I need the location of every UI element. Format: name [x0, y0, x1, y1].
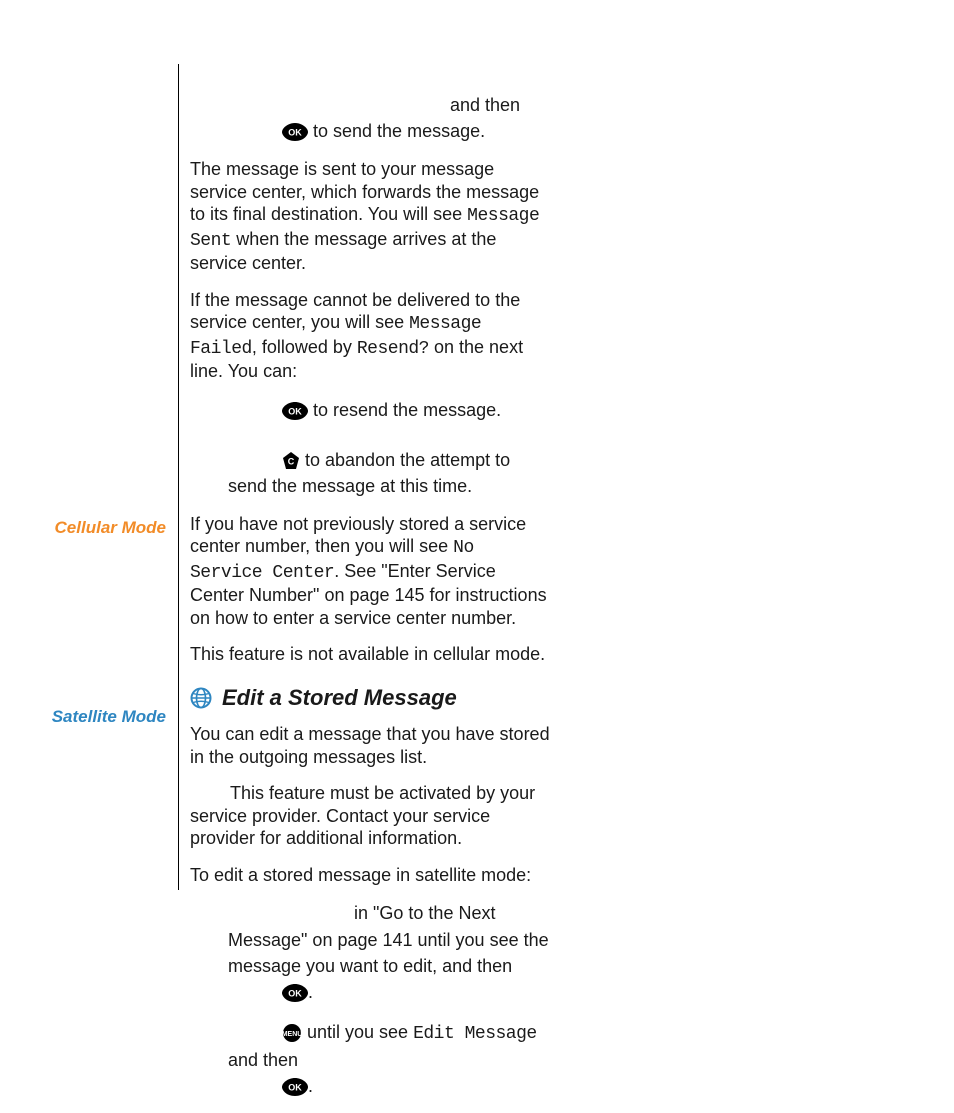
text: in "Go to the Next Message" on page 141 …	[228, 903, 549, 975]
globe-icon	[190, 687, 212, 709]
menu-icon: MENU	[282, 1023, 302, 1043]
svg-text:OK: OK	[288, 989, 302, 999]
vertical-rule	[178, 64, 179, 890]
ok-icon: OK	[282, 1078, 308, 1096]
text: when the message arrives at the service …	[190, 229, 496, 274]
text: If you have not previously stored a serv…	[190, 514, 526, 557]
text: .	[308, 982, 313, 1002]
para-satellite-intro: To edit a stored message in satellite mo…	[190, 864, 550, 887]
ok-icon: OK	[282, 402, 308, 420]
text: to resend the message.	[308, 400, 501, 420]
heading-text: Edit a Stored Message	[222, 684, 457, 712]
menu-edit-message: Edit Message	[413, 1024, 537, 1044]
para-cellular-note: This feature is not available in cellula…	[190, 643, 550, 666]
step-1: in "Go to the Next Message" on page 141 …	[190, 900, 550, 1004]
svg-text:MENU: MENU	[282, 1031, 302, 1038]
main-content: and then OK to send the message. The mes…	[190, 92, 550, 1113]
sidebar-label-cellular: Cellular Mode	[55, 517, 166, 538]
ok-icon: OK	[282, 123, 308, 141]
text: and then	[228, 1050, 298, 1070]
sidebar: Cellular Mode Satellite Mode	[0, 0, 178, 954]
svg-text:C: C	[288, 457, 295, 467]
para-edit-intro: You can edit a message that you have sto…	[190, 723, 550, 768]
ok-icon: OK	[282, 984, 308, 1002]
para-message-failed: If the message cannot be delivered to th…	[190, 289, 550, 383]
text: and then	[450, 95, 520, 115]
status-resend: Resend?	[357, 339, 429, 359]
svg-text:OK: OK	[288, 1083, 302, 1093]
text: , followed by	[252, 337, 357, 357]
c-icon: C	[282, 452, 300, 470]
bullet-resend: OK to resend the message.	[190, 397, 550, 423]
sidebar-label-satellite: Satellite Mode	[52, 706, 166, 727]
svg-text:OK: OK	[288, 128, 302, 138]
bullet-abandon: C to abandon the attempt to send the mes…	[190, 447, 550, 499]
fragment-top: and then OK to send the message.	[190, 92, 550, 144]
text: until you see	[302, 1022, 413, 1042]
step-2: MENU until you see Edit Message and then…	[190, 1019, 550, 1099]
text: to send the message.	[308, 121, 485, 141]
text: This feature must be activated by your s…	[190, 783, 535, 848]
para-no-service-center: If you have not previously stored a serv…	[190, 513, 550, 630]
para-message-sent: The message is sent to your message serv…	[190, 158, 550, 275]
svg-text:OK: OK	[288, 406, 302, 416]
text: to abandon the attempt to send the messa…	[228, 450, 510, 496]
section-heading: Edit a Stored Message	[190, 684, 550, 712]
text: .	[308, 1076, 313, 1096]
para-activate-note: This feature must be activated by your s…	[190, 782, 550, 850]
